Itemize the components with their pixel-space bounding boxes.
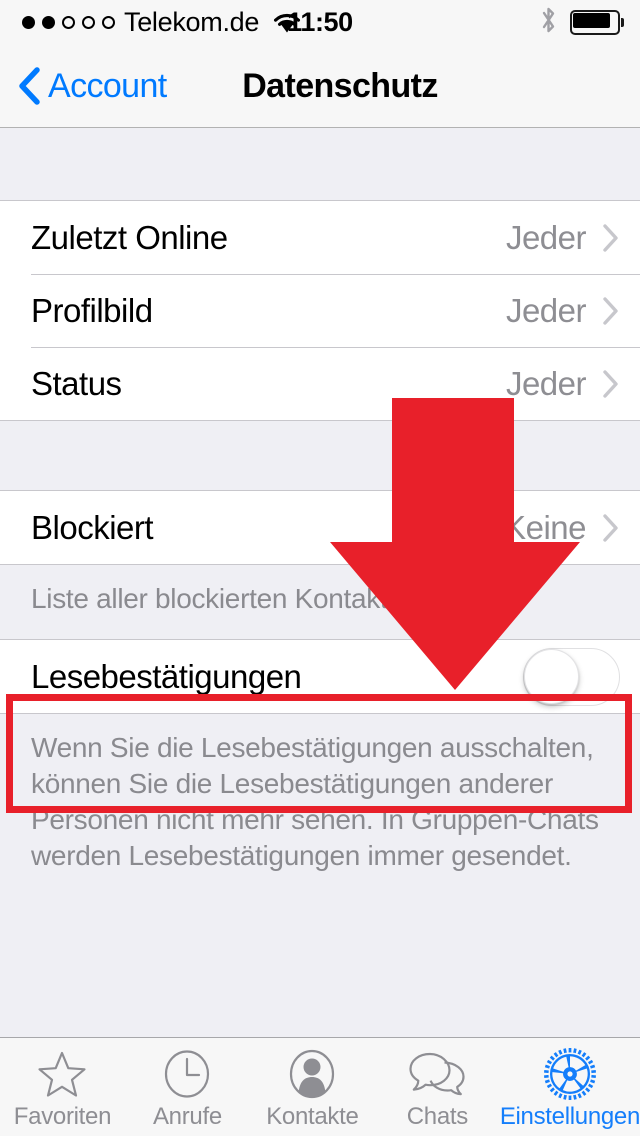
section-gap-top bbox=[0, 128, 640, 200]
read-receipts-toggle[interactable] bbox=[523, 647, 620, 706]
chevron-right-icon bbox=[602, 513, 620, 543]
tab-favoriten[interactable]: Favoriten bbox=[0, 1038, 125, 1131]
person-icon bbox=[288, 1048, 336, 1100]
chevron-right-icon bbox=[602, 296, 620, 326]
chevron-right-icon bbox=[602, 223, 620, 253]
row-status[interactable]: Status Jeder bbox=[0, 347, 640, 420]
row-zuletzt-online[interactable]: Zuletzt Online Jeder bbox=[0, 201, 640, 274]
tab-chats[interactable]: Chats bbox=[375, 1038, 500, 1131]
battery-icon bbox=[570, 10, 624, 35]
settings-list: Zuletzt Online Jeder Profilbild Jeder St… bbox=[0, 128, 640, 1037]
row-profilbild[interactable]: Profilbild Jeder bbox=[0, 274, 640, 347]
read-receipts-footer-text: Wenn Sie die Lesebestätigungen ausschalt… bbox=[0, 714, 640, 875]
tab-bar: Favoriten Anrufe Kontakte Chats Einstell… bbox=[0, 1037, 640, 1136]
row-lesebestaetigungen[interactable]: Lesebestätigungen bbox=[0, 640, 640, 714]
tab-kontakte[interactable]: Kontakte bbox=[250, 1038, 375, 1131]
bluetooth-icon bbox=[539, 5, 558, 40]
row-value: Keine bbox=[504, 508, 586, 546]
page-title: Datenschutz bbox=[242, 66, 438, 105]
star-icon bbox=[37, 1048, 87, 1100]
status-bar: Telekom.de 11:50 bbox=[0, 0, 640, 45]
status-bar-right bbox=[539, 0, 624, 45]
tab-label: Favoriten bbox=[13, 1103, 112, 1130]
row-value: Jeder bbox=[505, 291, 587, 329]
row-label: Status bbox=[31, 364, 122, 402]
clock-label: 11:50 bbox=[287, 7, 353, 37]
chat-bubbles-icon bbox=[408, 1048, 466, 1100]
tab-label: Einstellungen bbox=[499, 1103, 640, 1130]
read-receipts-footer-block: Wenn Sie die Lesebestätigungen ausschalt… bbox=[0, 714, 640, 875]
clock-icon bbox=[163, 1048, 211, 1100]
navigation-bar: Account Datenschutz bbox=[0, 45, 640, 128]
row-blockiert[interactable]: Blockiert Keine bbox=[0, 491, 640, 564]
row-value: Jeder bbox=[505, 218, 587, 256]
privacy-section-read-receipts: Lesebestätigungen bbox=[0, 639, 640, 715]
tab-einstellungen[interactable]: Einstellungen bbox=[500, 1038, 640, 1131]
privacy-section-blocked: Blockiert Keine bbox=[0, 490, 640, 565]
tab-label: Kontakte bbox=[266, 1103, 359, 1130]
toggle-knob bbox=[524, 648, 579, 704]
row-value: Jeder bbox=[505, 364, 587, 402]
row-label: Profilbild bbox=[31, 291, 153, 329]
tab-anrufe[interactable]: Anrufe bbox=[125, 1038, 250, 1131]
tab-label: Chats bbox=[406, 1103, 469, 1130]
row-label: Zuletzt Online bbox=[31, 218, 228, 256]
section-gap-middle bbox=[0, 421, 640, 490]
privacy-section-visibility: Zuletzt Online Jeder Profilbild Jeder St… bbox=[0, 200, 640, 421]
chevron-right-icon bbox=[602, 369, 620, 399]
row-label: Blockiert bbox=[31, 508, 154, 546]
gear-icon bbox=[543, 1048, 596, 1100]
row-label: Lesebestätigungen bbox=[31, 657, 302, 695]
blocked-footer-block: Liste aller blockierten Kontakte. bbox=[0, 565, 640, 640]
tab-label: Anrufe bbox=[152, 1103, 222, 1130]
blocked-footer-text: Liste aller blockierten Kontakte. bbox=[0, 565, 640, 618]
